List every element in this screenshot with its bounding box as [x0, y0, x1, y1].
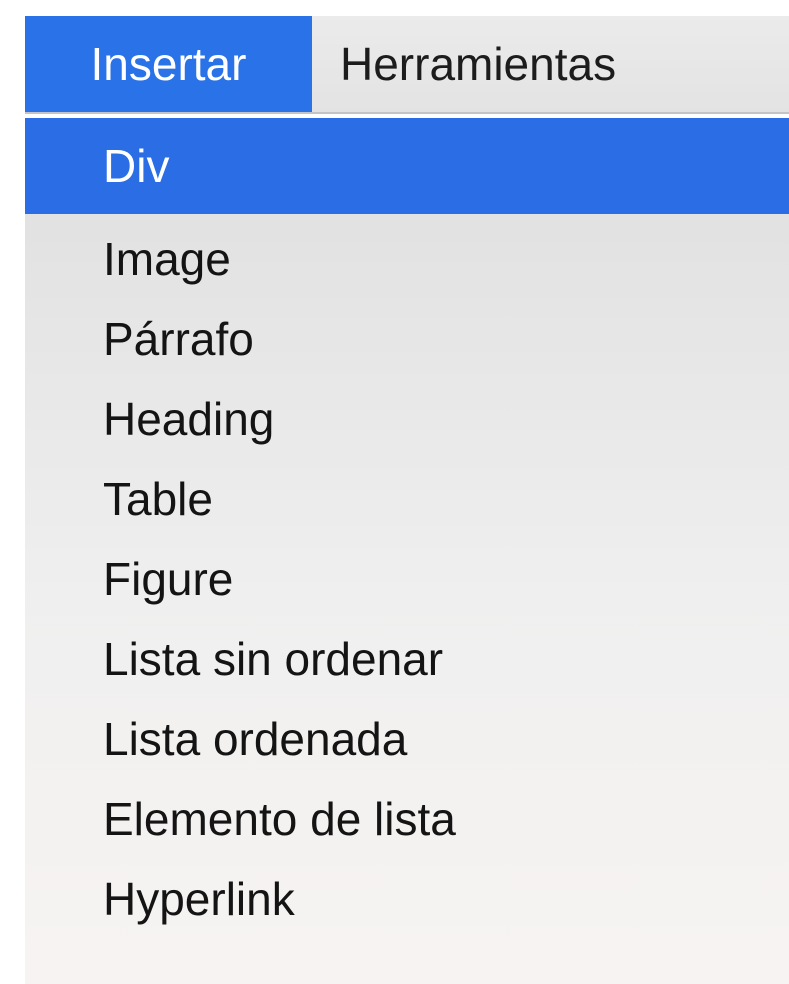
menu-item-image[interactable]: Image — [25, 222, 789, 296]
menu-item-hyperlink[interactable]: Hyperlink — [25, 862, 789, 936]
menu-item-parrafo[interactable]: Párrafo — [25, 302, 789, 376]
menu-insertar[interactable]: Insertar — [25, 16, 312, 112]
menu-item-div[interactable]: Div — [25, 118, 789, 214]
menu-item-heading[interactable]: Heading — [25, 382, 789, 456]
menu-herramientas[interactable]: Herramientas — [312, 16, 789, 112]
menu-item-elemento-de-lista[interactable]: Elemento de lista — [25, 782, 789, 856]
menu-bar: Insertar Herramientas — [25, 16, 789, 114]
insert-dropdown-menu: Div Image Párrafo Heading Table Figure L… — [25, 118, 789, 984]
menu-item-figure[interactable]: Figure — [25, 542, 789, 616]
menu-item-lista-ordenada[interactable]: Lista ordenada — [25, 702, 789, 776]
menu-item-lista-sin-ordenar[interactable]: Lista sin ordenar — [25, 622, 789, 696]
menu-item-table[interactable]: Table — [25, 462, 789, 536]
